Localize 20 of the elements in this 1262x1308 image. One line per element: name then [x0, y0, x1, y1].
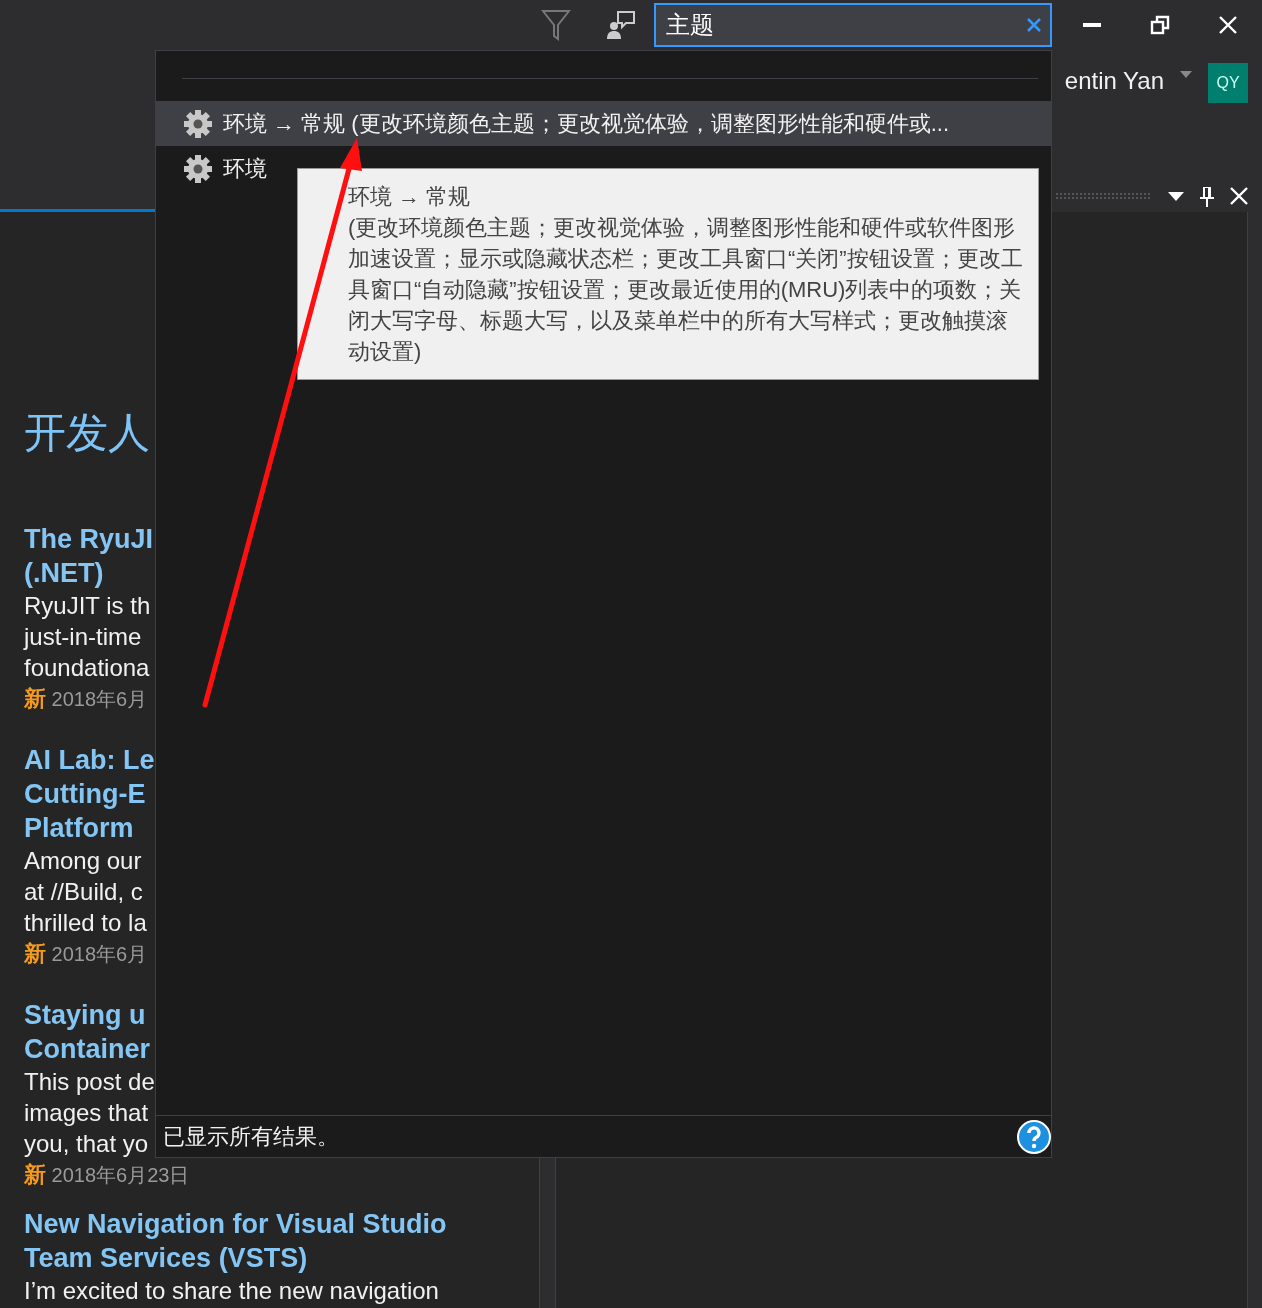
article-date: 2018年6月: [51, 688, 148, 710]
tooltip-title: 环境 → 常规: [348, 183, 472, 211]
new-label: 新: [24, 941, 46, 966]
article-text: at //Build, c: [24, 877, 143, 907]
tooltip-description: (更改环境颜色主题；更改视觉体验，调整图形性能和硬件或软件图形加速设置；显示或隐藏状态栏；更改工具窗口“关闭”按钮设置；更改工具窗口“自动隐藏”按钮设置；更改最近使用的(MRU)列表中的项数；关闭大写字母、标题大写，以及菜单栏中的所有大写样式；更改触摸滚动设置): [348, 214, 1024, 366]
new-label: 新: [24, 686, 46, 711]
article-text: RyuJIT is th: [24, 591, 151, 621]
article-text: you, that yo: [24, 1129, 149, 1159]
article-text: I’m excited to share the new navigation: [24, 1276, 439, 1306]
article-text: thrilled to la: [24, 908, 147, 938]
status-text: 已显示所有结果。: [163, 1123, 339, 1151]
article-text: just-in-time: [24, 622, 142, 652]
article-text: Among our: [24, 846, 142, 876]
new-label: 新: [24, 1162, 46, 1187]
article-date: 2018年6月23日: [51, 1164, 190, 1186]
page-heading: 开发人: [24, 412, 151, 454]
article-date: 2018年6月: [51, 943, 148, 965]
article-text: This post de: [24, 1067, 155, 1097]
article-text: images that: [24, 1098, 149, 1128]
article-text: foundationa: [24, 653, 150, 683]
